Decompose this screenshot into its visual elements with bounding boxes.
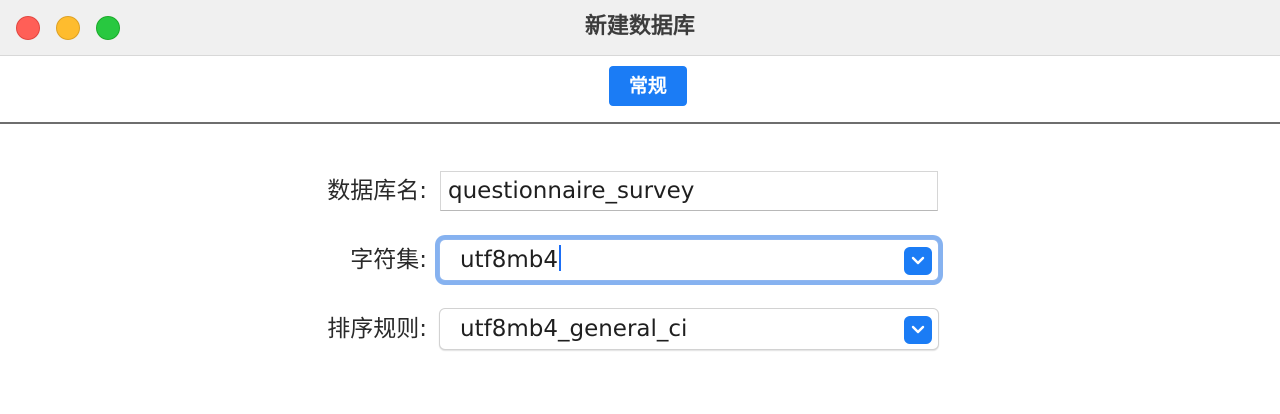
tab-bar: 常规 [0,56,1280,124]
collation-select-value: utf8mb4_general_ci [460,316,688,342]
database-name-label: 数据库名: [327,178,427,204]
tab-general[interactable]: 常规 [609,66,687,106]
database-name-input[interactable] [440,171,938,211]
charset-select[interactable]: utf8mb4 [439,239,939,281]
collation-select[interactable]: utf8mb4_general_ci [439,308,939,350]
text-cursor [558,245,561,271]
window-title: 新建数据库 [584,14,695,39]
chevron-down-icon[interactable] [904,247,932,275]
collation-label: 排序规则: [327,316,427,342]
charset-select-value: utf8mb4 [460,245,561,275]
title-bar: 新建数据库 [0,0,1280,56]
chevron-down-icon[interactable] [904,316,932,344]
charset-label: 字符集: [350,247,427,273]
